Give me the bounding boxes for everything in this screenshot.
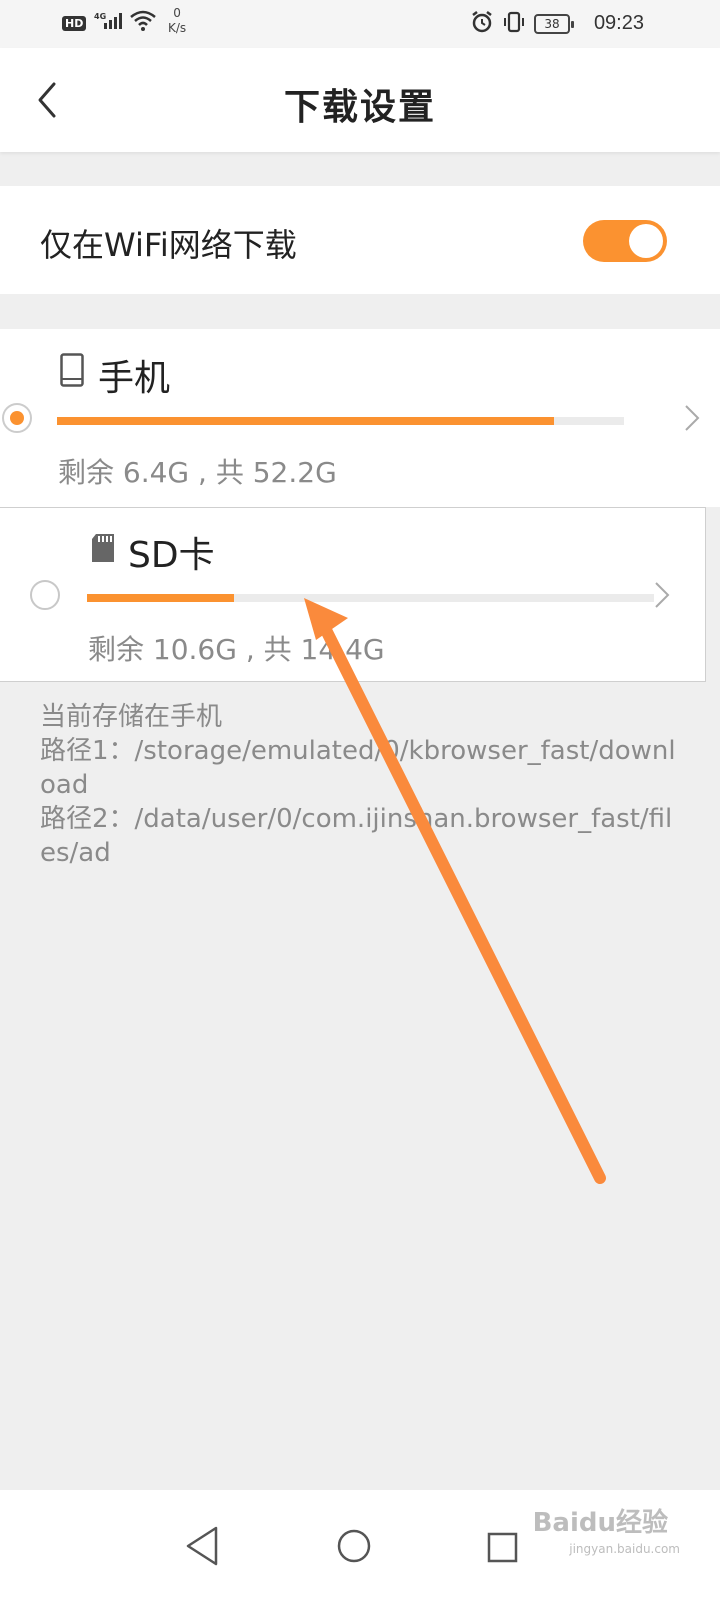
phone-storage-name: 手机 [98,358,171,399]
nav-recents-button[interactable] [474,1510,534,1570]
sd-card-storage-name: SD卡 [128,535,215,576]
nav-home-button[interactable] [324,1510,384,1570]
svg-text:4G: 4G [94,12,106,21]
watermark-url: jingyan.baidu.com [569,1542,680,1556]
storage-option-phone[interactable]: 手机 剩余 6.4G , 共 52.2G [0,329,720,507]
baidu-watermark: Baidu经验 [532,1508,668,1538]
nav-back-button[interactable] [172,1510,232,1570]
chevron-right-icon [685,405,700,431]
sd-card-radio[interactable] [30,580,60,610]
phone-usage-fill [57,417,555,425]
phone-storage-info: 剩余 6.4G , 共 52.2G [58,456,337,489]
wifi-icon [130,10,157,36]
wifi-only-toggle[interactable] [583,220,667,262]
network-speed: 0 K/s [168,6,186,36]
alarm-icon [470,10,494,38]
clock: 09:23 [593,12,644,34]
phone-icon [60,353,84,387]
sd-card-storage-info: 剩余 10.6G , 共 14.4G [88,633,385,666]
current-storage-text: 当前存储在手机 [40,702,223,732]
chevron-right-icon [655,582,670,608]
hd-badge: HD [62,15,87,31]
toggle-knob [629,224,663,258]
wifi-only-label: 仅在WiFi网络下载 [40,226,297,264]
battery-icon: 38 [534,14,574,34]
system-navigation-bar: Baidu经验 jingyan.baidu.com [0,1490,720,1600]
status-bar: HD 4G 0 K/s 38 09:23 [0,0,720,48]
storage-option-sd-card[interactable]: SD卡 剩余 10.6G , 共 14.4G [0,507,706,682]
speed-unit: K/s [168,21,187,35]
path-2-text: 路径2：/data/user/0/com.ijinshan.browser_fa… [40,804,673,868]
path-1-text: 路径1：/storage/emulated/0/kbrowser_fast/do… [40,736,676,800]
vibrate-icon [502,10,526,38]
phone-radio[interactable] [2,403,32,433]
sd-card-usage-fill [87,594,235,602]
speed-value: 0 [173,6,181,20]
signal-icon: 4G [94,11,123,35]
storage-info-text: 当前存储在手机 路径1：/storage/emulated/0/kbrowser… [40,700,680,870]
page-title: 下载设置 [283,87,436,128]
top-bar: 下载设置 [0,48,720,152]
phone-usage-bar [57,417,624,425]
sd-card-icon [92,534,114,562]
sd-card-usage-bar [87,594,654,602]
